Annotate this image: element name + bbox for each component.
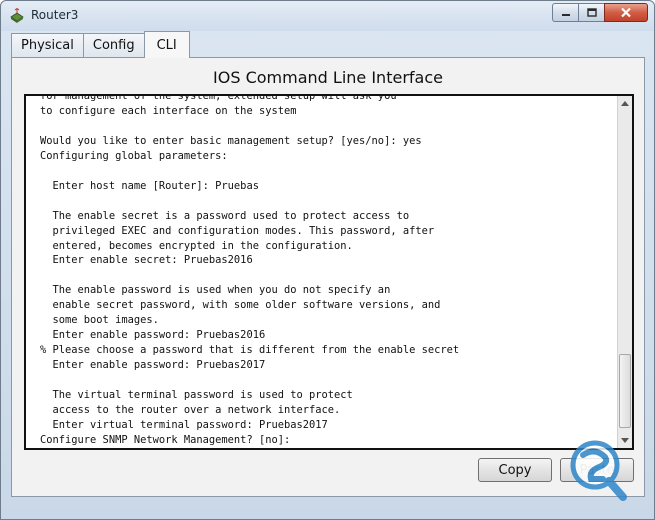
console-scrollbar[interactable]	[617, 96, 632, 448]
panel-title: IOS Command Line Interface	[213, 68, 443, 87]
window-controls	[552, 3, 648, 23]
cli-panel: IOS Command Line Interface for managemen…	[11, 57, 645, 497]
console-line: Configure SNMP Network Management? [no]:	[40, 433, 291, 446]
tab-bar: Physical Config CLI	[11, 31, 190, 58]
console-line: entered, becomes encrypted in the config…	[40, 239, 353, 252]
chevron-up-icon	[621, 101, 629, 106]
console-line: Enter host name [Router]: Pruebas	[40, 179, 259, 192]
console-line: some boot images.	[40, 314, 159, 327]
console-line: privileged EXEC and configuration modes.…	[40, 224, 435, 237]
tab-physical[interactable]: Physical	[11, 33, 84, 57]
console-line: Enter enable password: Pruebas2017	[40, 359, 266, 372]
console-line: Would you like to enter basic management…	[40, 134, 422, 147]
router-app-icon	[9, 7, 25, 24]
console-line: Enter virtual terminal password: Pruebas…	[40, 418, 328, 431]
tab-config[interactable]: Config	[82, 33, 145, 57]
tab-cli[interactable]: CLI	[143, 31, 190, 58]
minimize-icon	[561, 13, 570, 16]
maximize-button[interactable]	[578, 3, 604, 22]
magnifier-logo-icon	[559, 439, 639, 503]
scroll-thumb[interactable]	[619, 354, 631, 428]
console-line: % Please choose a password that is diffe…	[40, 344, 460, 357]
close-icon	[621, 7, 631, 18]
console-line: access to the router over a network inte…	[40, 404, 341, 417]
console-line: The virtual terminal password is used to…	[40, 389, 353, 402]
console-line: Enter enable secret: Pruebas2016	[40, 254, 253, 267]
close-button[interactable]	[604, 3, 648, 22]
minimize-button[interactable]	[552, 3, 578, 22]
console-line: to configure each interface on the syste…	[40, 104, 297, 117]
console-line: enable secret password, with some older …	[40, 299, 441, 312]
console-line: The enable secret is a password used to …	[40, 209, 410, 222]
console-output[interactable]: for management of the system, extended s…	[40, 94, 615, 448]
copy-button[interactable]: Copy	[478, 458, 552, 482]
cli-console[interactable]: for management of the system, extended s…	[24, 94, 634, 450]
window-title: Router3	[31, 8, 79, 22]
scroll-up-button[interactable]	[618, 96, 632, 111]
console-line: Configuring global parameters:	[40, 149, 228, 162]
console-line: Enter enable password: Pruebas2016	[40, 329, 266, 342]
console-line: for management of the system, extended s…	[40, 94, 397, 102]
router-window: Router3 Physical Config CLI IOS Command …	[0, 0, 655, 520]
title-bar[interactable]: Router3	[1, 1, 654, 31]
maximize-icon	[586, 7, 597, 17]
console-line: The enable password is used when you do …	[40, 284, 391, 297]
